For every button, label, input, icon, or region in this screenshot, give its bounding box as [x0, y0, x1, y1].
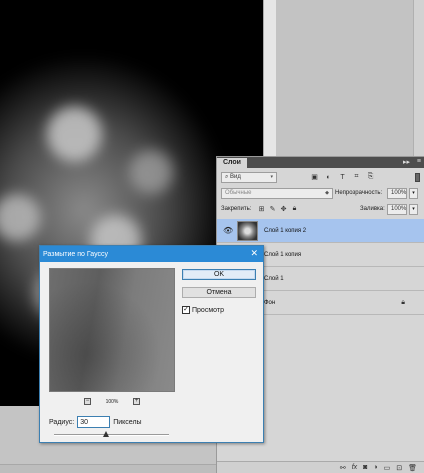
- ok-button[interactable]: OK: [182, 269, 256, 280]
- opacity-dropdown-button[interactable]: ▾: [409, 187, 418, 199]
- zoom-out-button[interactable]: −: [84, 398, 91, 405]
- filter-select-value: Вид: [230, 174, 241, 180]
- filter-toggle[interactable]: [415, 172, 420, 182]
- chevron-down-icon: ◆: [325, 190, 329, 196]
- layer-name: Фон: [264, 299, 276, 306]
- zoom-controls: − 100% +: [84, 397, 140, 406]
- lock-icons: ⊞ ✎ ✥ 🔒︎: [257, 205, 299, 214]
- radius-input[interactable]: 30: [77, 416, 111, 428]
- filter-preview[interactable]: [49, 268, 175, 392]
- mask-icon[interactable]: ◙: [363, 464, 367, 471]
- fill-dropdown-button[interactable]: ▾: [409, 203, 418, 215]
- lock-icon: 🔒︎: [401, 298, 405, 306]
- chevron-down-icon: ▾: [412, 190, 415, 196]
- preview-label: Просмотр: [192, 306, 224, 314]
- fx-icon[interactable]: fx: [352, 464, 357, 471]
- layer-thumbnail: [237, 221, 258, 241]
- close-icon[interactable]: ✕: [250, 248, 258, 259]
- blend-row: Обычные ◆ Непрозрачность: 100% ▾: [217, 186, 424, 200]
- trash-icon[interactable]: 🗑︎: [408, 464, 417, 472]
- gaussian-blur-dialog: Размытие по Гауссу ✕ − 100% + OK Отмена …: [39, 245, 264, 443]
- panel-tabbar: Слои ▸▸ ≡: [217, 157, 424, 168]
- status-bar: [0, 464, 216, 473]
- dialog-title: Размытие по Гауссу: [43, 250, 109, 258]
- lock-row: Закрепить: ⊞ ✎ ✥ 🔒︎ Заливка: 100% ▾: [217, 202, 424, 216]
- lock-label: Закрепить:: [221, 206, 252, 212]
- lock-transparency-icon[interactable]: ⊞: [257, 205, 266, 214]
- panel-menu-icon[interactable]: ≡: [417, 158, 421, 165]
- lock-position-icon[interactable]: ✥: [279, 205, 288, 214]
- adjust-icon[interactable]: ◐: [324, 173, 333, 182]
- dialog-titlebar[interactable]: Размытие по Гауссу ✕: [40, 246, 263, 262]
- panel-dock-strip: [413, 0, 424, 156]
- type-icon[interactable]: T: [338, 173, 347, 182]
- adjustment-icon[interactable]: ◑: [373, 464, 377, 471]
- eye-icon[interactable]: 👁︎: [223, 226, 233, 235]
- opacity-input[interactable]: 100%: [387, 187, 407, 199]
- panel-footer: ⚯ fx ◙ ◑ ▭ ⊡ 🗑︎: [217, 461, 424, 473]
- image-icon[interactable]: ▣: [310, 173, 319, 182]
- fill-label: Заливка:: [360, 206, 385, 212]
- opacity-label: Непрозрачность:: [335, 190, 383, 196]
- radius-unit: Пикселы: [113, 418, 142, 426]
- lock-pixels-icon[interactable]: ✎: [268, 205, 277, 214]
- smartobject-icon[interactable]: ⎘: [366, 173, 375, 182]
- link-icon[interactable]: ⚯: [340, 464, 346, 472]
- new-layer-icon[interactable]: ⊡: [396, 464, 402, 472]
- canvas-vertical-scrollbar[interactable]: [263, 0, 276, 156]
- preview-checkbox[interactable]: ✓: [182, 306, 190, 314]
- collapse-panel-icon[interactable]: ▸▸: [403, 158, 410, 166]
- cancel-button[interactable]: Отмена: [182, 287, 256, 298]
- fill-input[interactable]: 100%: [387, 203, 407, 215]
- tab-layers[interactable]: Слои: [217, 158, 247, 168]
- blend-mode-select[interactable]: Обычные ◆: [221, 187, 333, 199]
- radius-slider[interactable]: [54, 431, 169, 437]
- shape-icon[interactable]: ⌗: [352, 173, 361, 182]
- layer-name: Слой 1 копия: [264, 251, 302, 258]
- radius-row: Радиус: 30 Пикселы: [49, 416, 142, 428]
- filter-icons: ▣ ◐ T ⌗ ⎘: [310, 173, 375, 182]
- zoom-value: 100%: [105, 398, 119, 405]
- radius-label: Радиус:: [49, 418, 75, 426]
- group-icon[interactable]: ▭: [384, 464, 391, 472]
- layer-name: Слой 1: [264, 275, 284, 282]
- chevron-down-icon: ▾: [270, 174, 273, 180]
- blend-mode-value: Обычные: [225, 190, 252, 196]
- radius-slider-thumb[interactable]: [102, 431, 109, 437]
- layer-filter-select[interactable]: ⌕ Вид ▾: [221, 171, 277, 183]
- lock-all-icon[interactable]: 🔒︎: [290, 205, 299, 214]
- layer-row[interactable]: 👁︎ Слой 1 копия 2: [217, 219, 424, 243]
- chevron-down-icon: ▾: [412, 206, 415, 212]
- filter-row: ⌕ Вид ▾ ▣ ◐ T ⌗ ⎘: [217, 170, 424, 184]
- preview-option[interactable]: ✓ Просмотр: [182, 306, 224, 314]
- layer-name: Слой 1 копия 2: [264, 227, 307, 234]
- zoom-in-button[interactable]: +: [132, 398, 140, 405]
